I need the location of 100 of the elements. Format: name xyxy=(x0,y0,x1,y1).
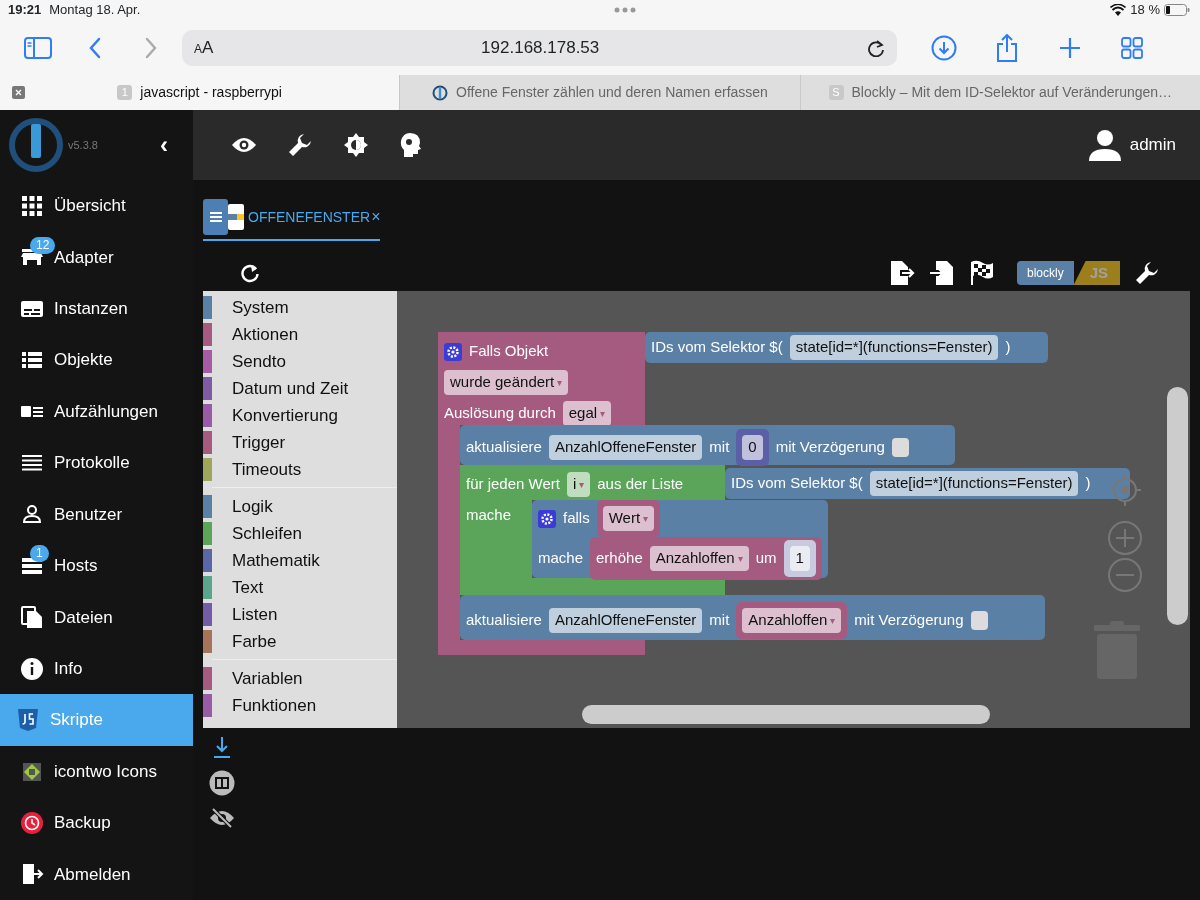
collapse-button[interactable]: ‹ xyxy=(159,126,169,165)
plus-icon[interactable] xyxy=(1059,36,1081,59)
code-block[interactable]: IDs vom Selektor $( state[id=*](functions=Fenster) ) xyxy=(725,468,1130,499)
block-label: ) xyxy=(1085,473,1091,494)
nav-item[interactable]: Adapter 12 xyxy=(0,231,193,284)
category-item[interactable]: Konvertierung xyxy=(203,402,397,429)
category-item[interactable]: Mathematik xyxy=(203,547,397,574)
code-block[interactable]: Anzahloffen ▾ xyxy=(736,602,848,639)
block-dropdown[interactable]: egal ▾ xyxy=(562,401,612,426)
block-dropdown[interactable]: wurde geändert ▾ xyxy=(444,370,569,395)
block-field[interactable]: AnzahlOffeneFenster xyxy=(548,435,703,460)
category-item[interactable]: Datum und Zeit xyxy=(203,375,397,402)
category-item[interactable]: Farbe xyxy=(203,628,397,655)
category-item[interactable]: Funktionen xyxy=(203,692,397,719)
code-block[interactable]: falls Wert ▾ mache erhöhe Anzahloffen ▾ um 1 xyxy=(532,500,828,578)
nav-item[interactable]: icontwo Icons xyxy=(0,745,193,798)
block-dropdown[interactable]: Anzahloffen ▾ xyxy=(742,608,842,633)
category-item[interactable]: Listen xyxy=(203,601,397,628)
caret-icon: ▾ xyxy=(737,551,743,566)
nav-item[interactable]: Instanzen xyxy=(0,283,193,335)
block-label: Auslösung durch xyxy=(444,403,556,424)
block-field[interactable]: 1 xyxy=(789,546,810,571)
tabs-icon[interactable] xyxy=(1121,36,1143,59)
category-item[interactable]: Aktionen xyxy=(203,321,397,348)
category-item[interactable]: Sendto xyxy=(203,348,397,375)
vertical-scrollbar[interactable] xyxy=(1167,387,1188,625)
block-label: mit Verzögerung xyxy=(775,437,885,458)
share-icon[interactable] xyxy=(995,33,1019,62)
brightness-icon[interactable] xyxy=(343,132,369,158)
code-block[interactable]: 0 xyxy=(736,429,769,466)
nav-item[interactable]: Abmelden xyxy=(0,848,193,900)
back-icon[interactable] xyxy=(88,36,102,59)
block-label: ) xyxy=(1005,337,1011,358)
eye-slash-icon[interactable] xyxy=(208,808,235,828)
block-label: erhöhe xyxy=(596,548,643,569)
sidebar-icon[interactable] xyxy=(24,36,52,59)
download-icon[interactable] xyxy=(931,34,957,61)
reload-icon[interactable] xyxy=(867,38,885,57)
export-icon[interactable] xyxy=(888,260,915,286)
horizontal-scrollbar[interactable] xyxy=(582,705,990,724)
nav-item[interactable]: Benutzer xyxy=(0,488,193,541)
category-item[interactable]: System xyxy=(203,294,397,321)
block-field[interactable]: 0 xyxy=(742,435,763,460)
block-label: aus der Liste xyxy=(597,474,684,495)
block-field[interactable]: AnzahlOffeneFenster xyxy=(548,608,703,633)
address-field[interactable]: AA 192.168.178.53 xyxy=(182,29,897,66)
checkbox[interactable] xyxy=(970,611,988,630)
code-block[interactable]: 1 xyxy=(783,540,816,577)
browser-tab[interactable]: Offene Fenster zählen und deren Namen erfassen xyxy=(399,75,800,110)
close-icon[interactable] xyxy=(12,86,25,99)
blockly-mode-button[interactable]: blockly xyxy=(1016,261,1074,285)
close-tab-button[interactable]: × xyxy=(371,205,381,229)
block-field[interactable]: state[id=*](functions=Fenster) xyxy=(869,471,1079,496)
nav-item[interactable]: Übersicht xyxy=(0,180,193,232)
checkbox[interactable] xyxy=(891,438,909,457)
wrench-icon[interactable] xyxy=(287,132,313,158)
menu-icon xyxy=(209,212,222,222)
gear-icon[interactable] xyxy=(444,342,462,361)
block-dropdown[interactable]: i ▾ xyxy=(566,472,591,497)
nav-item[interactable]: Dateien xyxy=(0,591,193,643)
user-name: admin xyxy=(1129,134,1176,157)
code-block[interactable]: aktualisiere AnzahlOffeneFenster mit 0 mit Verzögerung xyxy=(460,425,955,465)
battery-icon xyxy=(1164,4,1190,16)
code-block[interactable]: erhöhe Anzahloffen ▾ um 1 xyxy=(590,537,822,580)
code-block[interactable]: Wert ▾ xyxy=(596,500,661,537)
more-dots-icon[interactable] xyxy=(614,7,637,13)
nav-item[interactable]: Backup xyxy=(0,797,193,849)
nav-item[interactable]: Hosts 1 xyxy=(0,540,193,592)
menu-button[interactable] xyxy=(203,199,228,235)
category-item[interactable]: Schleifen xyxy=(203,520,397,547)
code-block[interactable]: für jeden Wert i ▾ aus der Liste mache IDs vom Selektor $( state[id=*](functions=Fenster) ) falls Wert ▾ mache erhöhe Anzahloffen ▾ um 1 xyxy=(460,465,1130,595)
nav-item[interactable]: Aufzählungen xyxy=(0,385,193,438)
nav-item[interactable]: Info xyxy=(0,643,193,695)
eye-icon[interactable] xyxy=(231,136,257,154)
head-icon[interactable] xyxy=(399,132,421,158)
script-tab[interactable]: OFFENEFENSTER× xyxy=(203,195,381,241)
category-item[interactable]: Logik xyxy=(203,493,397,520)
import-icon[interactable] xyxy=(928,260,955,286)
category-item[interactable]: Trigger xyxy=(203,429,397,456)
block-label: IDs vom Selektor $( xyxy=(651,337,783,358)
download-line-icon[interactable] xyxy=(212,736,231,758)
count-badge: 1 xyxy=(30,545,49,563)
gear-icon[interactable] xyxy=(538,509,556,528)
clock-icon xyxy=(20,810,44,835)
refresh-icon[interactable] xyxy=(240,263,260,283)
category-item[interactable]: Timeouts xyxy=(203,456,397,483)
settings-icon[interactable] xyxy=(1134,260,1160,286)
nav-item[interactable]: Protokolle xyxy=(0,437,193,489)
block-dropdown[interactable]: Wert ▾ xyxy=(602,506,655,531)
caret-icon: ▾ xyxy=(600,406,606,421)
block-field[interactable]: state[id=*](functions=Fenster) xyxy=(789,335,999,360)
category-item[interactable]: Variablen xyxy=(203,665,397,692)
grid-icon xyxy=(20,193,44,218)
flag-icon[interactable] xyxy=(968,260,995,286)
book-icon[interactable] xyxy=(208,770,235,796)
code-block[interactable]: aktualisiere AnzahlOffeneFenster mit Anzahloffen ▾ mit Verzögerung xyxy=(460,595,1045,640)
nav-item[interactable]: Objekte xyxy=(0,334,193,386)
code-block[interactable]: IDs vom Selektor $( state[id=*](functions=Fenster) ) xyxy=(645,332,1048,363)
block-dropdown[interactable]: Anzahloffen ▾ xyxy=(649,546,749,571)
category-item[interactable]: Text xyxy=(203,574,397,601)
